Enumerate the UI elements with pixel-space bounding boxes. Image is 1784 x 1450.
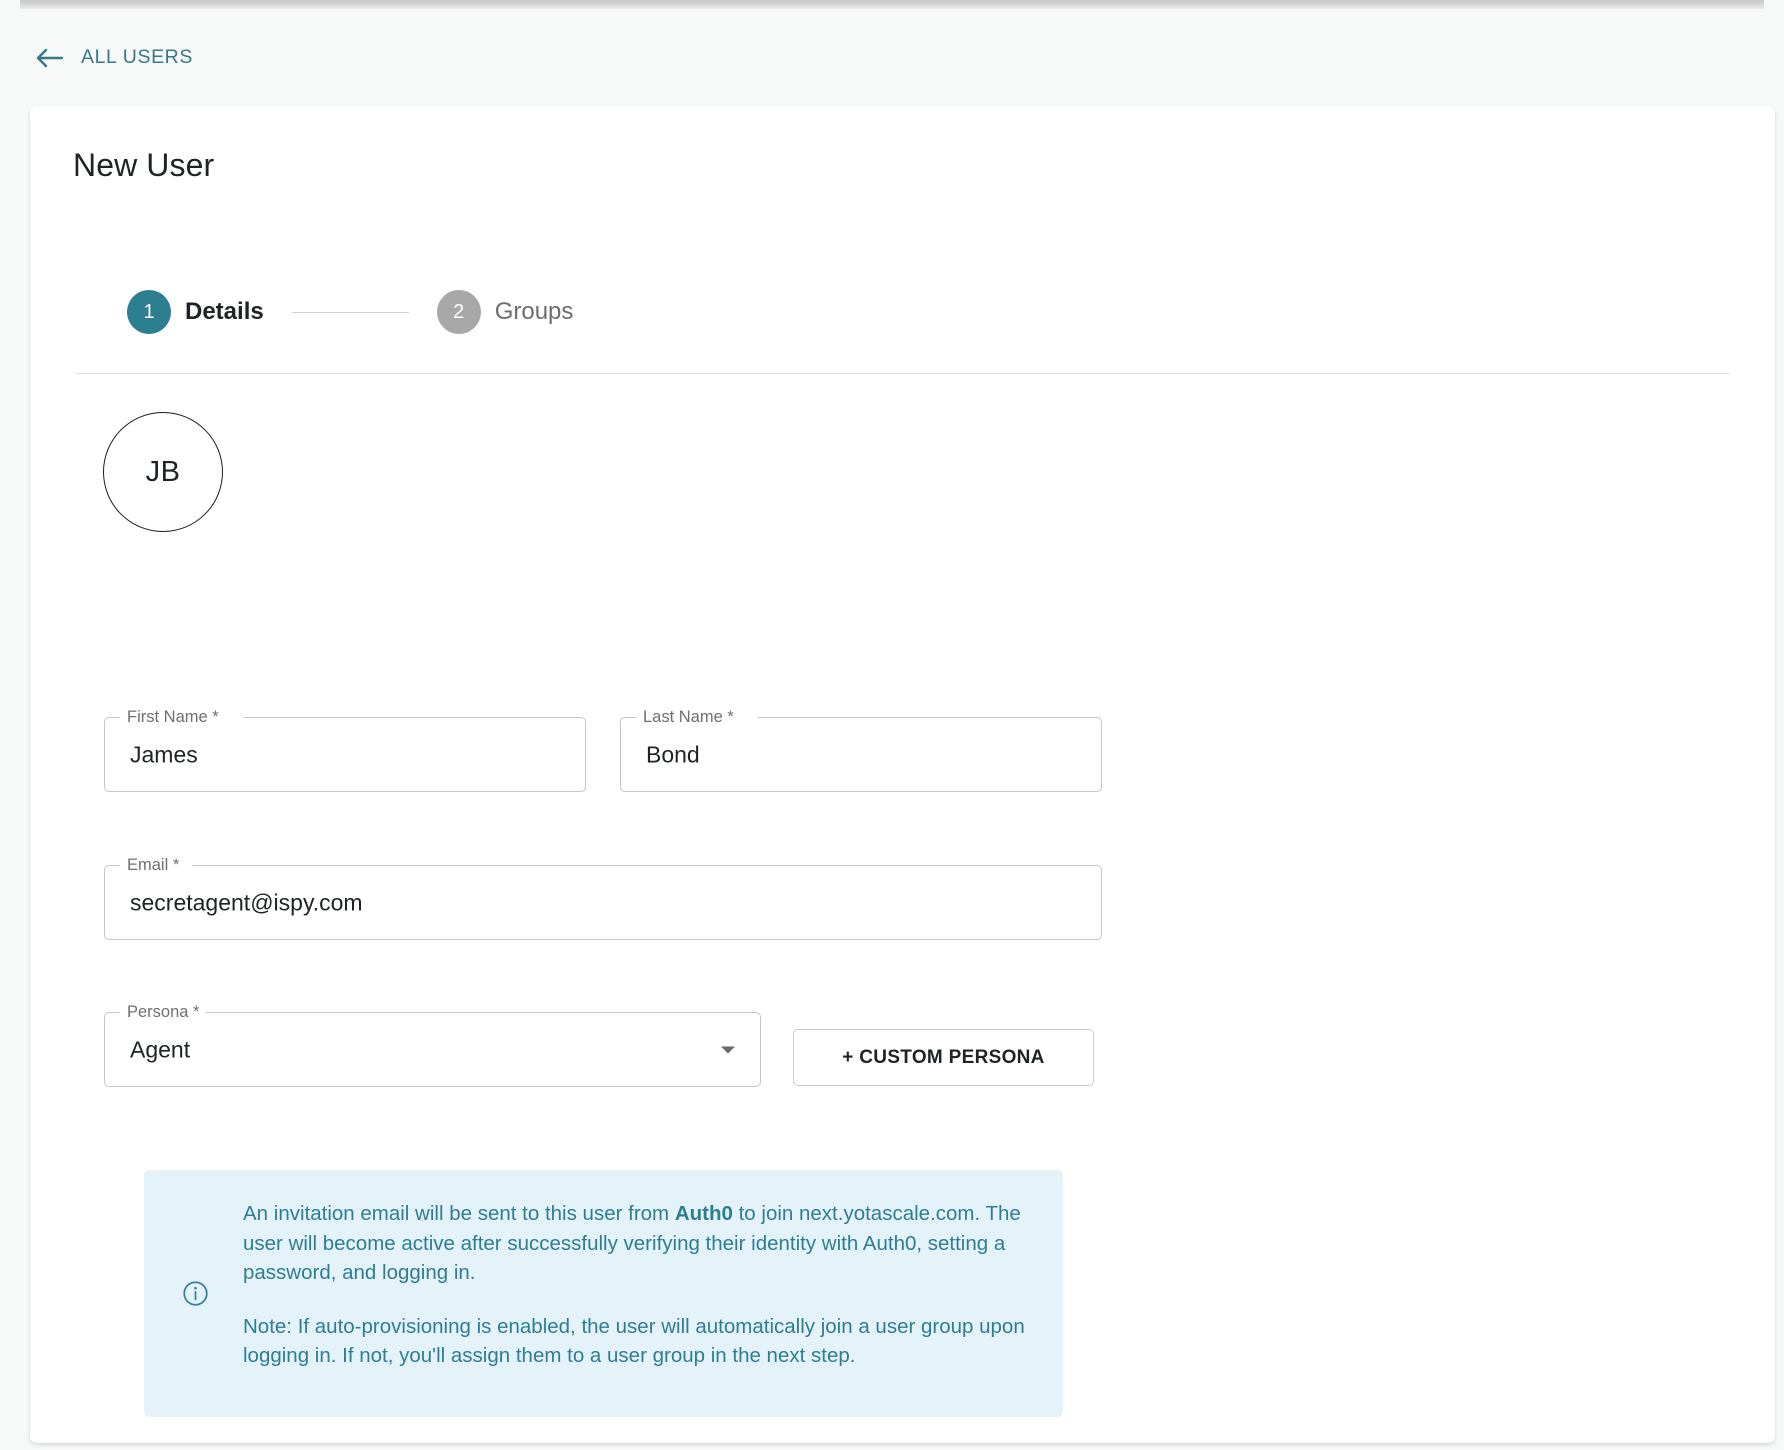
step-1-circle: 1 <box>127 290 171 334</box>
back-to-all-users-link[interactable]: ALL USERS <box>34 46 193 70</box>
info-banner-paragraph-1: An invitation email will be sent to this… <box>243 1199 1028 1288</box>
info-p1-part1: An invitation email will be sent to this… <box>243 1202 675 1225</box>
avatar: JB <box>103 412 223 532</box>
first-name-field[interactable]: First Name * James <box>104 708 586 792</box>
step-2-circle: 2 <box>436 290 481 334</box>
top-strip-left-cap <box>0 0 20 9</box>
info-p1-bold: Auth0 <box>674 1202 733 1225</box>
persona-outline <box>104 1012 761 1087</box>
back-link-label: ALL USERS <box>81 46 193 68</box>
add-custom-persona-button[interactable]: + CUSTOM PERSONA <box>793 1029 1094 1086</box>
last-name-label: Last Name * <box>643 708 734 726</box>
step-connector-line <box>291 311 409 313</box>
info-banner-text: An invitation email will be sent to this… <box>243 1199 1028 1371</box>
email-field[interactable]: Email * secretagent@ispy.com <box>104 856 1102 940</box>
new-user-card: New User 1 Details 2 Groups JB First Nam… <box>30 106 1775 1443</box>
step-details[interactable]: 1 Details <box>127 290 264 334</box>
window-top-strip <box>0 0 1784 9</box>
first-name-label: First Name * <box>127 708 219 726</box>
persona-select[interactable]: Persona * Agent <box>104 1003 761 1087</box>
info-banner: An invitation email will be sent to this… <box>144 1170 1063 1417</box>
persona-value: Agent <box>130 1036 191 1062</box>
email-label: Email * <box>127 856 180 874</box>
chevron-down-icon[interactable] <box>721 1046 735 1053</box>
step-groups[interactable]: 2 Groups <box>436 290 574 334</box>
step-1-label: Details <box>185 298 264 325</box>
first-name-value: James <box>130 741 198 767</box>
info-banner-paragraph-2: Note: If auto-provisioning is enabled, t… <box>243 1314 1025 1368</box>
last-name-field[interactable]: Last Name * Bond <box>620 708 1102 792</box>
section-divider <box>75 373 1730 374</box>
info-circle-icon <box>182 1280 209 1312</box>
stepper: 1 Details 2 Groups <box>127 290 573 334</box>
step-2-label: Groups <box>494 298 574 325</box>
breadcrumb: ALL USERS <box>0 9 1784 106</box>
email-value: secretagent@ispy.com <box>130 889 363 915</box>
last-name-value: Bond <box>646 741 700 767</box>
arrow-left-icon <box>34 46 64 70</box>
top-strip-right-cap <box>1764 0 1784 9</box>
page-title: New User <box>73 147 215 183</box>
avatar-initials: JB <box>145 455 181 488</box>
persona-label: Persona * <box>127 1003 200 1021</box>
